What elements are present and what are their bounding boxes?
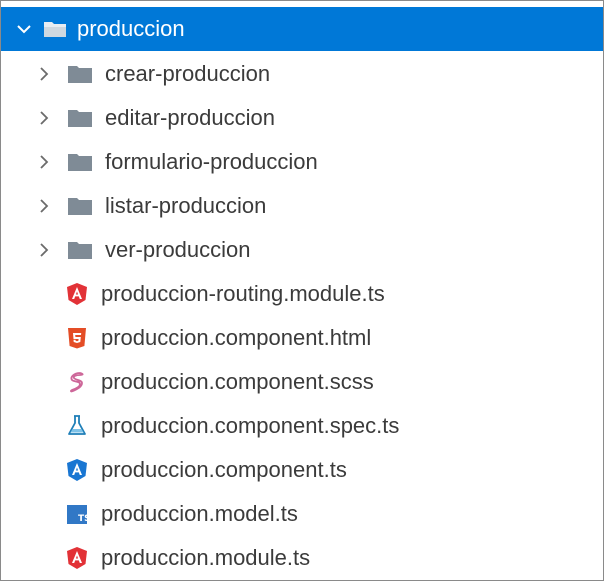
tree-item-label: formulario-produccion (105, 149, 318, 174)
tree-item-produccion-component-ts[interactable]: produccion.component.ts (1, 448, 603, 492)
tree-item-produccion-model[interactable]: TS produccion.model.ts (1, 492, 603, 536)
chevron-right-icon[interactable] (31, 105, 57, 131)
folder-icon (67, 64, 93, 84)
tree-item-label: produccion.component.scss (101, 369, 374, 394)
tree-item-produccion-component-scss[interactable]: produccion.component.scss (1, 360, 603, 404)
angular-blue-icon (65, 458, 89, 482)
chevron-right-icon[interactable] (31, 61, 57, 87)
tree-item-label: produccion.component.html (101, 325, 372, 350)
tree-item-label: listar-produccion (105, 193, 267, 218)
tree-item-label: produccion.component.ts (101, 457, 347, 482)
folder-icon (67, 152, 93, 172)
tree-item-formulario-produccion[interactable]: formulario-produccion (1, 140, 603, 184)
tree-item-produccion-component-html[interactable]: produccion.component.html (1, 316, 603, 360)
tree-item-label: produccion (77, 16, 185, 41)
chevron-down-icon[interactable] (11, 16, 37, 42)
folder-icon (67, 240, 93, 260)
tree-item-produccion[interactable]: produccion (1, 7, 603, 51)
tree-item-label: produccion.model.ts (101, 501, 298, 526)
tree-item-produccion-component-spec[interactable]: produccion.component.spec.ts (1, 404, 603, 448)
tree-item-label: editar-produccion (105, 105, 275, 130)
tree-item-label: produccion.component.spec.ts (101, 413, 400, 438)
tree-item-label: ver-produccion (105, 237, 251, 262)
flask-icon (65, 414, 89, 438)
file-explorer-tree: produccion crear-produccion editar-produ… (0, 0, 604, 581)
folder-open-icon (43, 19, 67, 39)
html5-icon (65, 326, 89, 350)
angular-red-icon (65, 546, 89, 570)
chevron-right-icon[interactable] (31, 237, 57, 263)
tree-item-label: produccion.module.ts (101, 545, 311, 570)
angular-red-icon (65, 282, 89, 306)
tree-item-label: produccion-routing.module.ts (101, 281, 385, 306)
chevron-right-icon[interactable] (31, 193, 57, 219)
folder-icon (67, 108, 93, 128)
tree-item-produccion-routing-module[interactable]: produccion-routing.module.ts (1, 272, 603, 316)
tree-item-label: crear-produccion (105, 61, 271, 86)
tree-item-ver-produccion[interactable]: ver-produccion (1, 228, 603, 272)
tree-item-listar-produccion[interactable]: listar-produccion (1, 184, 603, 228)
tree-item-produccion-module[interactable]: produccion.module.ts (1, 536, 603, 580)
sass-icon (65, 370, 89, 394)
tree-item-crear-produccion[interactable]: crear-produccion (1, 52, 603, 96)
typescript-icon: TS (65, 502, 89, 526)
svg-text:TS: TS (78, 514, 89, 524)
chevron-right-icon[interactable] (31, 149, 57, 175)
folder-icon (67, 196, 93, 216)
tree-item-editar-produccion[interactable]: editar-produccion (1, 96, 603, 140)
